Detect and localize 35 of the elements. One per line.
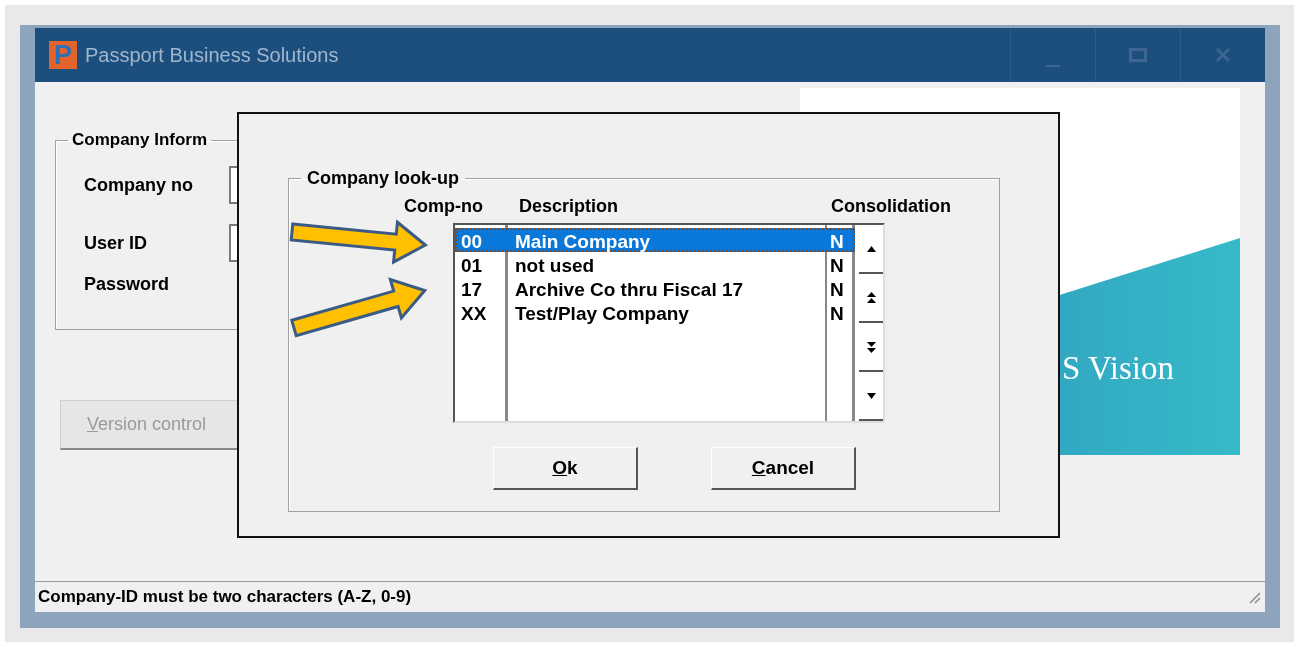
- column-header: Comp-no: [404, 195, 484, 217]
- maximize-icon: [1129, 47, 1147, 63]
- consolidation-cell-text: N: [829, 278, 845, 302]
- field-label: Company no: [84, 174, 194, 196]
- comp-no-cell-text: 01: [460, 254, 484, 278]
- company-list[interactable]: 00 Main Company N 01 not used N 17 Archive Co thru Fiscal 17 N XX Test/Play Company N: [453, 223, 885, 423]
- description-cell-text: Test/Play Company: [514, 302, 690, 326]
- field-label: Password: [84, 273, 171, 295]
- group-title: Company look-up: [306, 168, 460, 189]
- consolidation-cell-text: N: [829, 302, 845, 326]
- minimize-icon: [1046, 65, 1060, 67]
- column-header: Consolidation: [831, 195, 951, 217]
- comp-no-cell-text: 00: [460, 230, 484, 254]
- description-cell-text: Archive Co thru Fiscal 17: [514, 278, 745, 302]
- window-title: Passport Business Solutions: [85, 43, 339, 67]
- banner-text: S Vision: [1062, 350, 1175, 387]
- resize-grip-icon[interactable]: [1247, 590, 1261, 604]
- description-cell-text: Main Company: [514, 230, 652, 254]
- description-cell-text: not used: [514, 254, 596, 278]
- cancel-button[interactable]: Cancel: [711, 447, 856, 490]
- app-icon: P: [49, 41, 77, 69]
- comp-no-cell-text: XX: [460, 302, 488, 326]
- list-row[interactable]: 01 not used N: [455, 252, 855, 276]
- list-row[interactable]: 00 Main Company N: [455, 228, 855, 252]
- field-label: User ID: [84, 232, 149, 254]
- list-row[interactable]: XX Test/Play Company N: [455, 300, 855, 324]
- comp-no-cell-text: 17: [460, 278, 484, 302]
- close-icon: [1215, 47, 1231, 63]
- status-text: Company-ID must be two characters (A-Z, 0-9): [38, 587, 413, 607]
- group-title: Company Inform: [71, 130, 209, 150]
- consolidation-cell-text: N: [829, 254, 845, 278]
- consolidation-cell-text: N: [829, 230, 845, 254]
- list-row[interactable]: 17 Archive Co thru Fiscal 17 N: [455, 276, 855, 300]
- column-header: Description: [519, 195, 620, 217]
- ok-button[interactable]: Ok: [493, 447, 638, 490]
